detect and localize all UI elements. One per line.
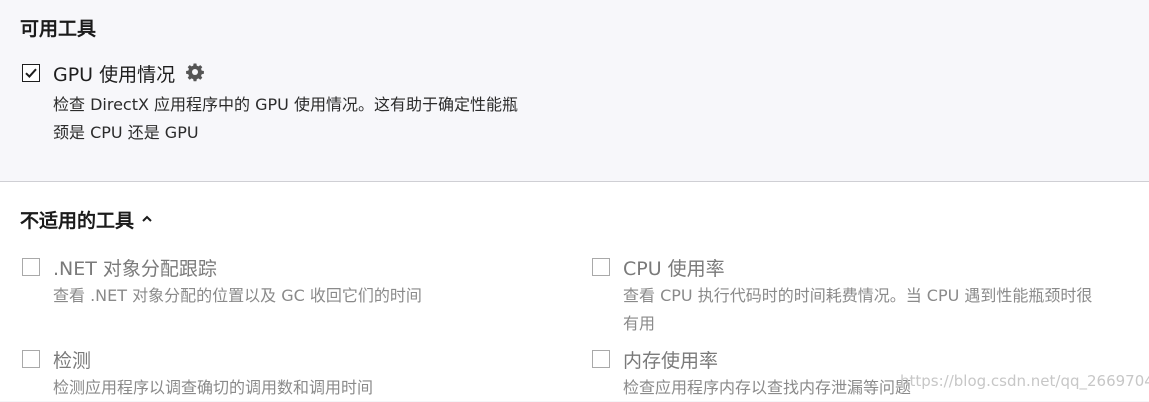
gpu-usage-description-line1: 检查 DirectX 应用程序中的 GPU 使用情况。这有助于确定性能瓶 [53, 95, 518, 114]
memory-usage-description: 检查应用程序内存以查找内存泄漏等问题 [623, 374, 911, 402]
watermark: https://blog.csdn.net/qq_26697045 [900, 372, 1149, 390]
cpu-usage-description-line2: 有用 [623, 314, 656, 333]
gpu-usage-description: 检查 DirectX 应用程序中的 GPU 使用情况。这有助于确定性能瓶 颈是 … [53, 91, 518, 147]
available-tools-title: 可用工具 [20, 18, 97, 40]
gpu-usage-checkbox[interactable] [22, 64, 40, 82]
instrumentation-description: 检测应用程序以调查确切的调用数和调用时间 [53, 374, 373, 402]
checkmark-icon [25, 68, 37, 79]
gpu-usage-label: GPU 使用情况 [53, 64, 176, 86]
unavailable-tools-section: 不适用的工具 .NET 对象分配跟踪 查看 .NET 对象分配的位置以及 GC … [0, 182, 1149, 401]
memory-usage-description-line1: 检查应用程序内存以查找内存泄漏等问题 [623, 378, 912, 397]
gpu-usage-description-line2: 颈是 CPU 还是 GPU [53, 123, 199, 142]
unavailable-tools-header[interactable]: 不适用的工具 [20, 206, 153, 233]
instrumentation-description-line1: 检测应用程序以调查确切的调用数和调用时间 [53, 378, 374, 397]
dotnet-allocation-description-line1: 查看 .NET 对象分配的位置以及 GC 收回它们的时间 [53, 286, 422, 305]
cpu-usage-label: CPU 使用率 [623, 258, 725, 280]
unavailable-tools-title: 不适用的工具 [20, 210, 135, 232]
memory-usage-label: 内存使用率 [623, 350, 719, 372]
cpu-usage-checkbox [592, 258, 610, 276]
instrumentation-label: 检测 [53, 350, 92, 372]
cpu-usage-description: 查看 CPU 执行代码时的时间耗费情况。当 CPU 遇到性能瓶颈时很 有用 [623, 282, 1092, 338]
instrumentation-checkbox [22, 350, 40, 368]
gear-icon[interactable] [185, 62, 205, 82]
dotnet-allocation-checkbox [22, 258, 40, 276]
available-tools-section: 可用工具 GPU 使用情况 检查 DirectX 应用程序中的 GPU 使用情况… [0, 0, 1149, 181]
cpu-usage-description-line1: 查看 CPU 执行代码时的时间耗费情况。当 CPU 遇到性能瓶颈时很 [623, 286, 1093, 305]
dotnet-allocation-label: .NET 对象分配跟踪 [53, 258, 217, 280]
chevron-up-icon[interactable] [141, 213, 153, 225]
memory-usage-checkbox [592, 350, 610, 368]
dotnet-allocation-description: 查看 .NET 对象分配的位置以及 GC 收回它们的时间 [53, 282, 422, 310]
